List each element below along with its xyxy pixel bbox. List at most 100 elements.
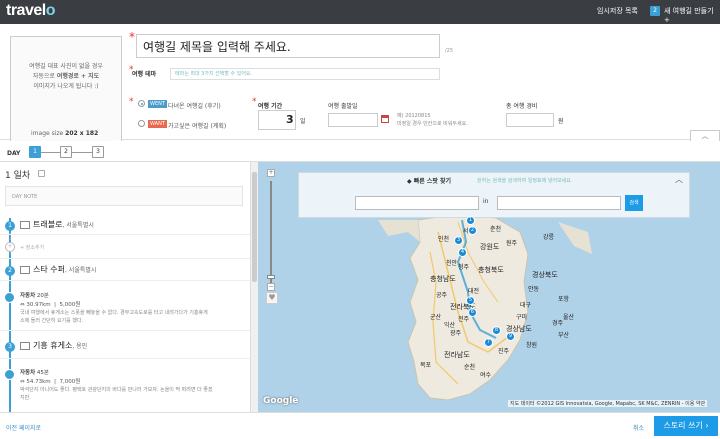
- zoom-control[interactable]: + −: [263, 167, 279, 307]
- travelro-logo[interactable]: travelo: [6, 2, 56, 20]
- back-link[interactable]: 이전 페이지로: [6, 423, 41, 432]
- cost-input[interactable]: [506, 113, 554, 127]
- place-name[interactable]: 트래블로, 서울특별시: [33, 219, 94, 230]
- map-pin[interactable]: 8: [492, 326, 501, 335]
- went-radio[interactable]: [138, 100, 145, 107]
- required-mark: *: [252, 97, 257, 107]
- day-tab-2[interactable]: 2: [60, 146, 72, 158]
- map-label: 여수: [480, 372, 492, 379]
- map-label: 창원: [526, 342, 538, 349]
- place-number: 2: [5, 266, 15, 276]
- day-connector: [40, 152, 60, 153]
- map-label: 강원도: [480, 243, 500, 251]
- day-bar: DAY 1 2 3: [0, 141, 720, 162]
- map-pin[interactable]: 1: [466, 216, 475, 225]
- home-icon[interactable]: [38, 170, 45, 177]
- place-icon: [20, 221, 30, 229]
- map-pin[interactable]: 5: [466, 296, 475, 305]
- map-label: 인천: [438, 236, 450, 243]
- quick-spot-hint: 원하는 검색을 검색하여 일정표에 넣어보세요.: [477, 178, 573, 184]
- map-view[interactable]: + − ♥ ◆ 빠른 스팟 찾기 원하는 검색을 검색하여 일정표에 넣어보세요…: [258, 162, 720, 412]
- itinerary-scrollbar[interactable]: [250, 162, 258, 412]
- start-date-input[interactable]: [328, 113, 378, 127]
- required-mark: *: [129, 30, 135, 44]
- spot-search-button[interactable]: 검색: [625, 195, 643, 211]
- quick-in-label: in: [483, 198, 489, 205]
- calendar-icon[interactable]: [381, 115, 389, 123]
- zoom-slider-thumb[interactable]: [267, 275, 275, 279]
- map-pin[interactable]: 9: [506, 332, 515, 341]
- photo-note: 여행길 대표 사진이 없을 경우 자동으로 여행경로 + 지도 이미지가 나오게…: [17, 62, 115, 92]
- day-title: 1 일차: [5, 171, 31, 181]
- move-title: 자동차 20분: [20, 293, 49, 299]
- map-label: 군산: [430, 314, 442, 321]
- map-label: 춘천: [490, 226, 502, 233]
- map-attribution[interactable]: 지도 데이터 ©2012 GIS Innovatsia, Google, Map…: [508, 400, 708, 407]
- map-label: 원주: [506, 240, 518, 247]
- logo-text: travel: [6, 2, 46, 19]
- move-distance: ⇔ 54.73km | 7,000원: [20, 379, 81, 385]
- map-pin[interactable]: 3: [454, 236, 463, 245]
- add-place-icon[interactable]: +: [5, 242, 15, 252]
- map-label: 순천: [464, 364, 476, 371]
- map-label: 전라남도: [444, 351, 470, 359]
- day-label: DAY: [7, 150, 21, 157]
- temp-save-link[interactable]: 임시저장 목록: [597, 6, 638, 16]
- trip-title-input[interactable]: [136, 34, 440, 58]
- want-badge: WANT: [148, 120, 167, 128]
- top-bar: travelo 임시저장 목록 2 새 여행길 만들기 +: [0, 0, 720, 24]
- map-pin[interactable]: 7: [484, 338, 493, 347]
- spot-location-input[interactable]: [497, 196, 621, 210]
- car-icon: [4, 369, 15, 380]
- map-label: 전주: [458, 316, 470, 323]
- map-label: 대구: [520, 302, 532, 309]
- map-label: 충청북도: [478, 266, 504, 274]
- period-input[interactable]: 3: [258, 110, 296, 130]
- cancel-link[interactable]: 취소: [633, 423, 644, 432]
- map-label: 천안: [446, 260, 458, 267]
- went-radio-label[interactable]: 다녀온 여행길 (후기): [168, 101, 221, 110]
- map-label: 부산: [558, 332, 570, 339]
- photo-note-line: 여행길 대표 사진이 없을 경우: [29, 63, 103, 70]
- new-trip-link[interactable]: 새 여행길 만들기 +: [664, 6, 720, 24]
- place-name[interactable]: 스타 수퍼, 서울특별시: [33, 264, 96, 275]
- map-label: 경상북도: [532, 271, 558, 279]
- add-place-link[interactable]: + 장소추가: [20, 244, 44, 251]
- map-pin[interactable]: 2: [468, 226, 477, 235]
- quick-spot-collapse-button[interactable]: ︿: [675, 174, 683, 185]
- want-radio-label[interactable]: 가고싶은 여행길 (계획): [168, 121, 226, 130]
- scrollbar-thumb[interactable]: [252, 172, 257, 282]
- day-tab-1[interactable]: 1: [29, 146, 41, 158]
- went-badge: WENT: [148, 100, 167, 108]
- day-note-input[interactable]: DAY NOTE: [5, 186, 243, 206]
- write-story-button[interactable]: 스토리 쓰기 ›: [654, 416, 718, 436]
- cover-photo-box[interactable]: 여행길 대표 사진이 없을 경우 자동으로 여행경로 + 지도 이미지가 나오게…: [10, 36, 122, 154]
- zoom-out-button[interactable]: −: [267, 283, 275, 291]
- map-label: 울산: [563, 314, 575, 321]
- period-unit: 일: [300, 118, 306, 125]
- day-tab-3[interactable]: 3: [92, 146, 104, 158]
- trip-form: 여행길 대표 사진이 없을 경우 자동으로 여행경로 + 지도 이미지가 나오게…: [0, 24, 720, 156]
- map-pin[interactable]: 6: [468, 308, 477, 317]
- place-number: 3: [5, 342, 15, 352]
- zoom-in-button[interactable]: +: [267, 169, 275, 177]
- start-date-hint: 예) 20120815: [397, 113, 431, 119]
- car-icon: [4, 292, 15, 303]
- heart-icon[interactable]: ♥: [266, 292, 278, 304]
- want-radio[interactable]: [138, 120, 145, 127]
- map-label: 충청남도: [430, 275, 456, 283]
- move-note: 박석단지 아니어도 좋다. 평택호 관광단지의 바다를 만나러 가보자. 논을이…: [20, 387, 213, 401]
- place-name[interactable]: 기흥 휴게소, 용인: [33, 340, 87, 351]
- move-distance: ⇔ 30.97km | 5,000원: [20, 302, 81, 308]
- map-label: 경주: [552, 320, 564, 327]
- spot-keyword-input[interactable]: [355, 196, 479, 210]
- theme-input[interactable]: 테마는 최대 3가지 선택할 수 있어요.: [170, 68, 440, 80]
- map-label: 포항: [558, 296, 570, 303]
- quick-spot-title: ◆ 빠른 스팟 찾기: [407, 178, 452, 185]
- theme-label: 여행 테마: [132, 71, 157, 78]
- move-title: 자동차 45분: [20, 370, 49, 376]
- map-pin[interactable]: 4: [458, 248, 467, 257]
- map-label: 구미: [516, 314, 528, 321]
- map-label: 안동: [528, 286, 540, 293]
- place-icon: [20, 342, 30, 350]
